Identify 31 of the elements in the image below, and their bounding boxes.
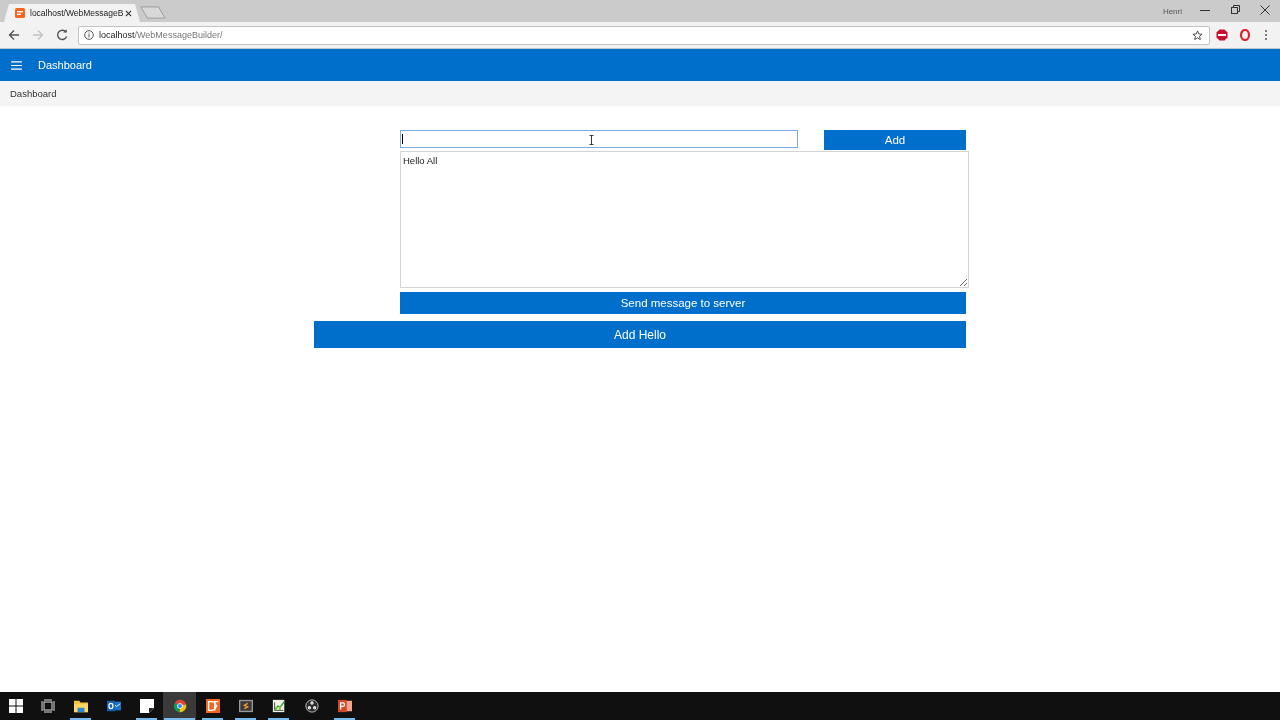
send-message-button[interactable]: Send message to server bbox=[400, 292, 966, 314]
info-icon[interactable] bbox=[84, 30, 94, 40]
site-favicon-icon bbox=[15, 8, 25, 18]
start-icon bbox=[8, 699, 23, 713]
url-path: /WebMessageBuilder/ bbox=[134, 30, 223, 40]
code-editor-icon bbox=[238, 699, 253, 713]
text-caret-icon bbox=[402, 134, 403, 144]
folder-icon bbox=[73, 699, 88, 713]
add-hello-button[interactable]: Add Hello bbox=[314, 321, 966, 348]
disc-logo-icon bbox=[304, 699, 319, 713]
app-tile-icon bbox=[205, 699, 220, 713]
close-tab-icon[interactable] bbox=[125, 9, 132, 17]
app-title: Dashboard bbox=[38, 59, 92, 71]
url-host: localhost bbox=[99, 30, 135, 40]
browser-tab[interactable]: localhost/WebMessageB bbox=[4, 4, 140, 22]
menu-icon[interactable] bbox=[11, 60, 22, 70]
i-beam-cursor-icon bbox=[589, 135, 594, 145]
note-icon bbox=[139, 699, 154, 713]
message-textarea[interactable]: Hello All bbox=[400, 151, 969, 288]
task-view-icon bbox=[40, 699, 55, 713]
profile-name[interactable]: Henri bbox=[1162, 6, 1182, 16]
breadcrumb-item[interactable]: Dashboard bbox=[10, 88, 57, 99]
browser-icon bbox=[172, 699, 187, 713]
chart-document-icon bbox=[271, 699, 286, 713]
taskbar-button[interactable] bbox=[163, 692, 196, 720]
mail-app-icon bbox=[106, 699, 121, 713]
slides-app-icon bbox=[337, 699, 352, 713]
add-button[interactable]: Add bbox=[824, 130, 966, 150]
bookmark-star-icon[interactable] bbox=[1192, 29, 1203, 41]
text-input-field[interactable] bbox=[400, 130, 798, 148]
address-field[interactable]: localhost/WebMessageBuilder/ bbox=[78, 25, 1210, 45]
